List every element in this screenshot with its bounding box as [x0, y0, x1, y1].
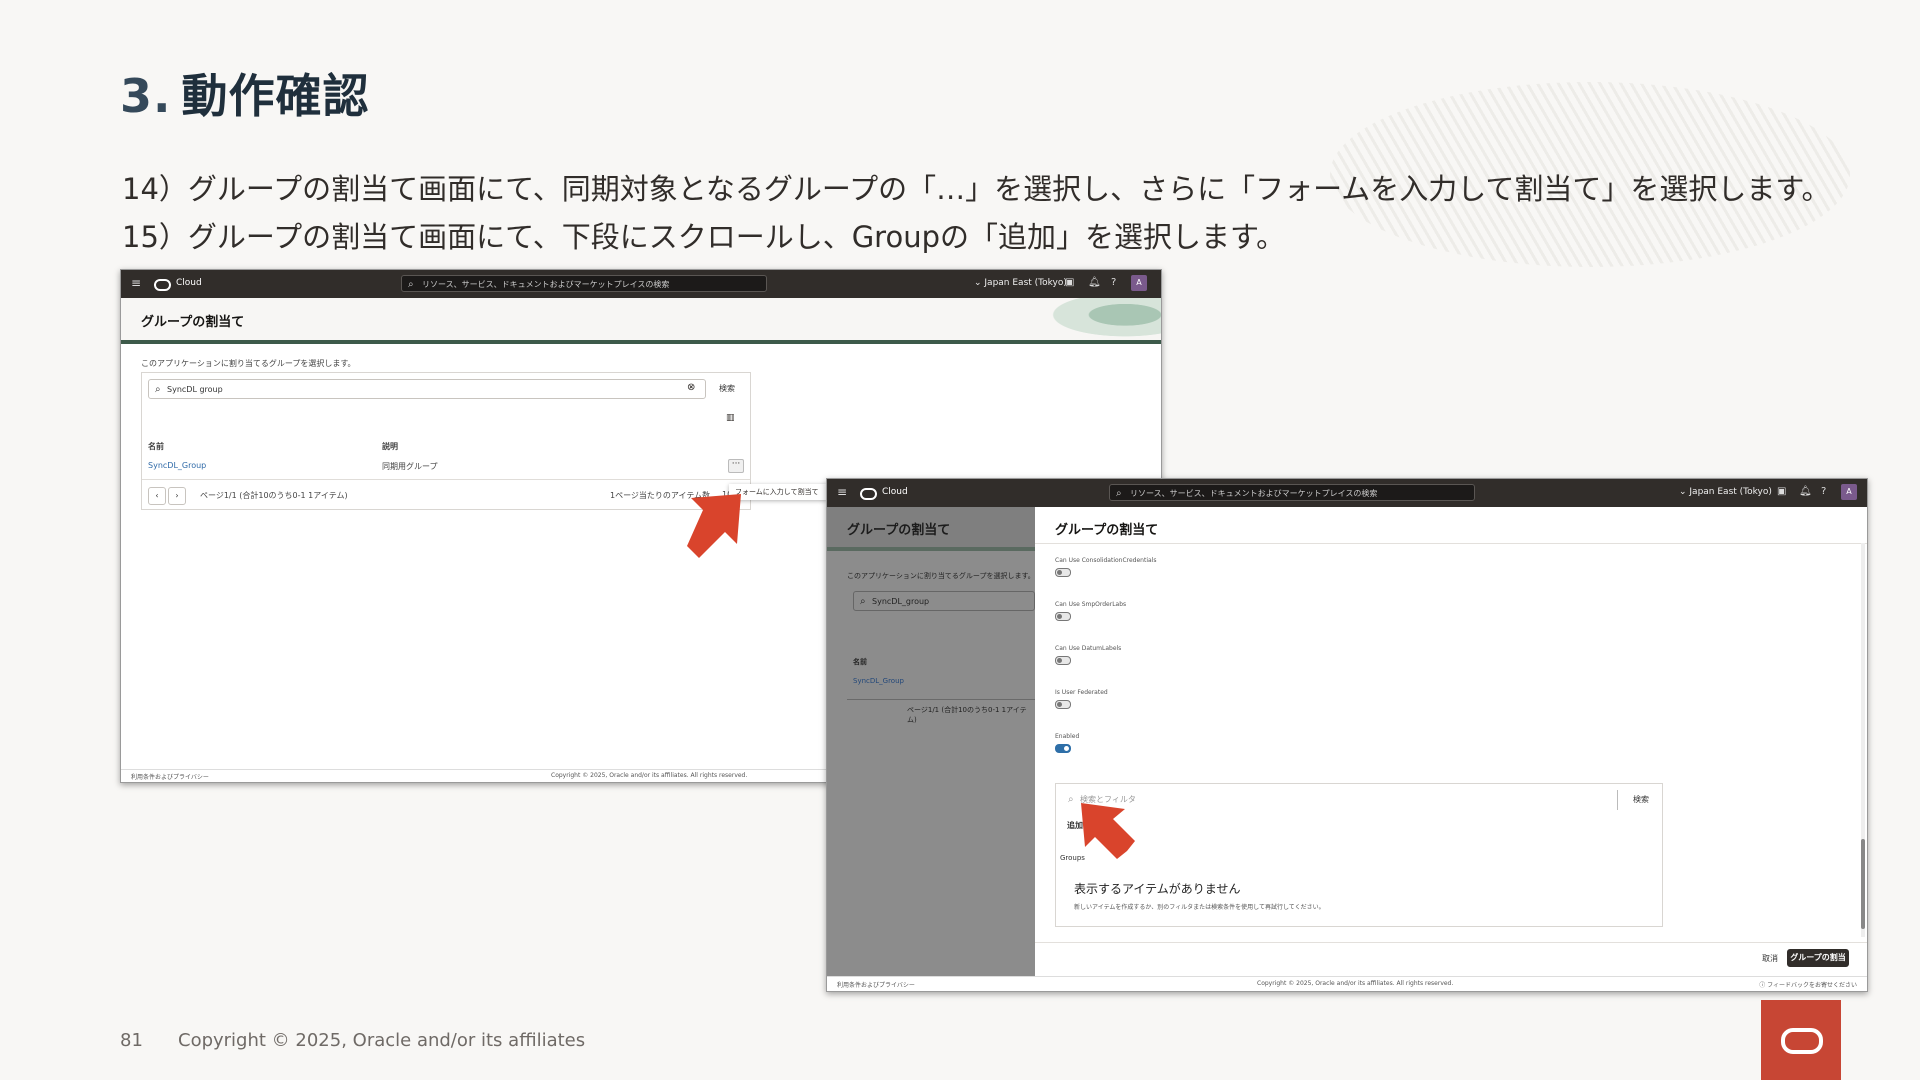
- dimmed-column-name: 名前: [853, 658, 867, 666]
- attribute-toggle-4: Enabled: [1055, 733, 1079, 753]
- step-14-text: 14）グループの割当て画面にて、同期対象となるグループの「…」を選択し、さらに「…: [122, 172, 1831, 206]
- column-settings-icon[interactable]: ▥: [726, 413, 735, 423]
- console-search-input[interactable]: リソース、サービス、ドキュメントおよびマーケットプレイスの検索: [401, 275, 767, 293]
- console-topbar: ≡ Cloud リソース、サービス、ドキュメントおよびマーケットプレイスの検索 …: [827, 479, 1867, 507]
- avatar[interactable]: A: [1131, 275, 1147, 291]
- drawer-footer-divider: [1035, 942, 1867, 943]
- page-title: グループの割当て: [141, 315, 245, 330]
- help-icon[interactable]: ?: [1821, 486, 1826, 497]
- scrollbar-thumb[interactable]: [1861, 839, 1865, 929]
- pagination-text: ページ1/1 (合計10のうち0-1 1アイテム): [200, 491, 348, 500]
- pointer-arrow-1: [687, 494, 741, 558]
- table-divider: [142, 479, 750, 480]
- oracle-o-icon: [1781, 1028, 1823, 1054]
- groups-table-panel: 検索とフィルタ 検索 追加 Groups 表示するアイテムがありません 新しいア…: [1055, 783, 1663, 927]
- groups-filter-input[interactable]: 検索とフィルタ: [1062, 790, 1618, 810]
- table-row-description: 同期用グループ: [382, 462, 438, 471]
- toggle-label: Can Use ConsolidationCredentials: [1055, 557, 1157, 564]
- cloud-shell-icon[interactable]: ▣: [1065, 277, 1074, 288]
- footer-feedback-link[interactable]: ⓘ フィードバックをお寄せください: [1759, 980, 1857, 989]
- group-search-input[interactable]: SyncDL group: [148, 379, 706, 400]
- toggle-switch[interactable]: [1055, 568, 1071, 577]
- toggle-label: Is User Federated: [1055, 689, 1108, 696]
- dimmed-row-name: SyncDL_Group: [853, 677, 904, 685]
- console-topbar: ≡ Cloud リソース、サービス、ドキュメントおよびマーケットプレイスの検索 …: [121, 270, 1161, 298]
- oracle-logo-icon[interactable]: [154, 279, 171, 291]
- region-label: Japan East (Tokyo): [1689, 487, 1772, 497]
- region-label: Japan East (Tokyo): [984, 278, 1067, 288]
- cloud-shell-icon[interactable]: ▣: [1777, 486, 1786, 497]
- attribute-toggle-1: Can Use SmpOrderLabs: [1055, 601, 1126, 621]
- attribute-toggle-3: Is User Federated: [1055, 689, 1108, 709]
- header-leaf-illustration: [1041, 298, 1161, 340]
- groups-search-button[interactable]: 検索: [1626, 792, 1656, 808]
- footer-copyright: Copyright © 2025, Oracle and/or its affi…: [551, 772, 748, 779]
- next-page-button[interactable]: ›: [168, 487, 186, 505]
- description-text: このアプリケーションに割り当てるグループを選択します。: [141, 359, 356, 368]
- prev-page-button[interactable]: ‹: [148, 487, 166, 505]
- pointer-arrow-2: [1081, 803, 1135, 859]
- slide-title: 3. 動作確認: [120, 60, 369, 126]
- column-header-description: 説明: [382, 442, 398, 451]
- oracle-logo-icon[interactable]: [860, 488, 877, 500]
- avatar[interactable]: A: [1841, 484, 1857, 500]
- dimmed-background-page: グループの割当て このアプリケーションに割り当てるグループを選択します。 Syn…: [827, 507, 1035, 977]
- dimmed-divider: [847, 699, 1035, 700]
- bell-icon[interactable]: 🔔︎: [1088, 277, 1101, 288]
- empty-state-title: 表示するアイテムがありません: [1074, 882, 1241, 896]
- assign-form-drawer: グループの割当て Can Use ConsolidationCredential…: [1035, 507, 1867, 978]
- help-icon[interactable]: ?: [1111, 277, 1116, 288]
- footer-copyright: Copyright © 2025, Oracle and/or its affi…: [1257, 980, 1454, 987]
- step-15-text: 15）グループの割当て画面にて、下段にスクロールし、Groupの「追加」を選択し…: [122, 220, 1286, 254]
- slide-copyright: Copyright © 2025, Oracle and/or its affi…: [178, 1030, 586, 1051]
- dimmed-description: このアプリケーションに割り当てるグループを選択します。: [847, 572, 1035, 580]
- attribute-toggle-2: Can Use DatumLabels: [1055, 645, 1121, 665]
- toggle-label: Can Use SmpOrderLabs: [1055, 601, 1127, 608]
- feedback-label: フィードバックをお寄せください: [1767, 982, 1857, 989]
- footer-terms-link[interactable]: 利用条件およびプライバシー: [131, 772, 209, 781]
- toggle-label: Can Use DatumLabels: [1055, 645, 1122, 652]
- drawer-scrollbar[interactable]: [1861, 543, 1865, 937]
- toggle-switch[interactable]: [1055, 700, 1071, 709]
- page-header: グループの割当て: [121, 298, 1161, 344]
- hamburger-menu-icon[interactable]: ≡: [837, 485, 847, 499]
- empty-state-description: 新しいアイテムを作成するか、別のフィルタまたは検索条件を使用して再試行してくださ…: [1074, 904, 1325, 911]
- toggle-switch[interactable]: [1055, 744, 1071, 753]
- drawer-divider: [1035, 543, 1867, 544]
- search-button[interactable]: 検索: [712, 381, 742, 397]
- table-row-name-link[interactable]: SyncDL_Group: [148, 461, 206, 470]
- column-header-name: 名前: [148, 442, 164, 451]
- assign-group-button[interactable]: グループの割当て: [1787, 949, 1849, 978]
- clear-icon[interactable]: ⊗: [687, 382, 695, 393]
- slide-section-number: 3.: [120, 69, 172, 123]
- hamburger-menu-icon[interactable]: ≡: [131, 276, 141, 290]
- cancel-button[interactable]: 取消: [1755, 951, 1785, 967]
- attribute-toggle-0: Can Use ConsolidationCredentials: [1055, 557, 1156, 577]
- dimmed-pagination: ページ1/1 (合計10のうち0-1 1アイテム): [907, 706, 1027, 724]
- console-footer: 利用条件およびプライバシー Copyright © 2025, Oracle a…: [827, 976, 1867, 991]
- row-actions-button[interactable]: ···: [728, 459, 744, 473]
- toggle-label: Enabled: [1055, 733, 1080, 740]
- screenshot-assign-form: ≡ Cloud リソース、サービス、ドキュメントおよびマーケットプレイスの検索 …: [826, 478, 1868, 992]
- oracle-logo-badge: [1761, 1000, 1841, 1080]
- toggle-switch[interactable]: [1055, 656, 1071, 665]
- region-selector[interactable]: ⌄ Japan East (Tokyo): [974, 278, 1067, 288]
- region-selector[interactable]: ⌄ Japan East (Tokyo): [1679, 487, 1772, 497]
- dimmed-search-input: SyncDL_group: [853, 591, 1035, 612]
- brand-label: Cloud: [882, 487, 908, 497]
- dimmed-header: グループの割当て: [827, 507, 1035, 551]
- dimmed-page-title: グループの割当て: [847, 523, 951, 538]
- footer-terms-link[interactable]: 利用条件およびプライバシー: [837, 980, 915, 989]
- page-number: 81: [120, 1030, 143, 1051]
- drawer-title: グループの割当て: [1055, 523, 1159, 538]
- toggle-switch[interactable]: [1055, 612, 1071, 621]
- console-search-input[interactable]: リソース、サービス、ドキュメントおよびマーケットプレイスの検索: [1109, 484, 1475, 502]
- bell-icon[interactable]: 🔔︎: [1799, 486, 1812, 497]
- group-table-panel: SyncDL group ⊗ 検索 ▥ 名前 説明 SyncDL_Group 同…: [141, 372, 751, 510]
- brand-label: Cloud: [176, 278, 202, 288]
- slide-title-text: 動作確認: [181, 69, 370, 123]
